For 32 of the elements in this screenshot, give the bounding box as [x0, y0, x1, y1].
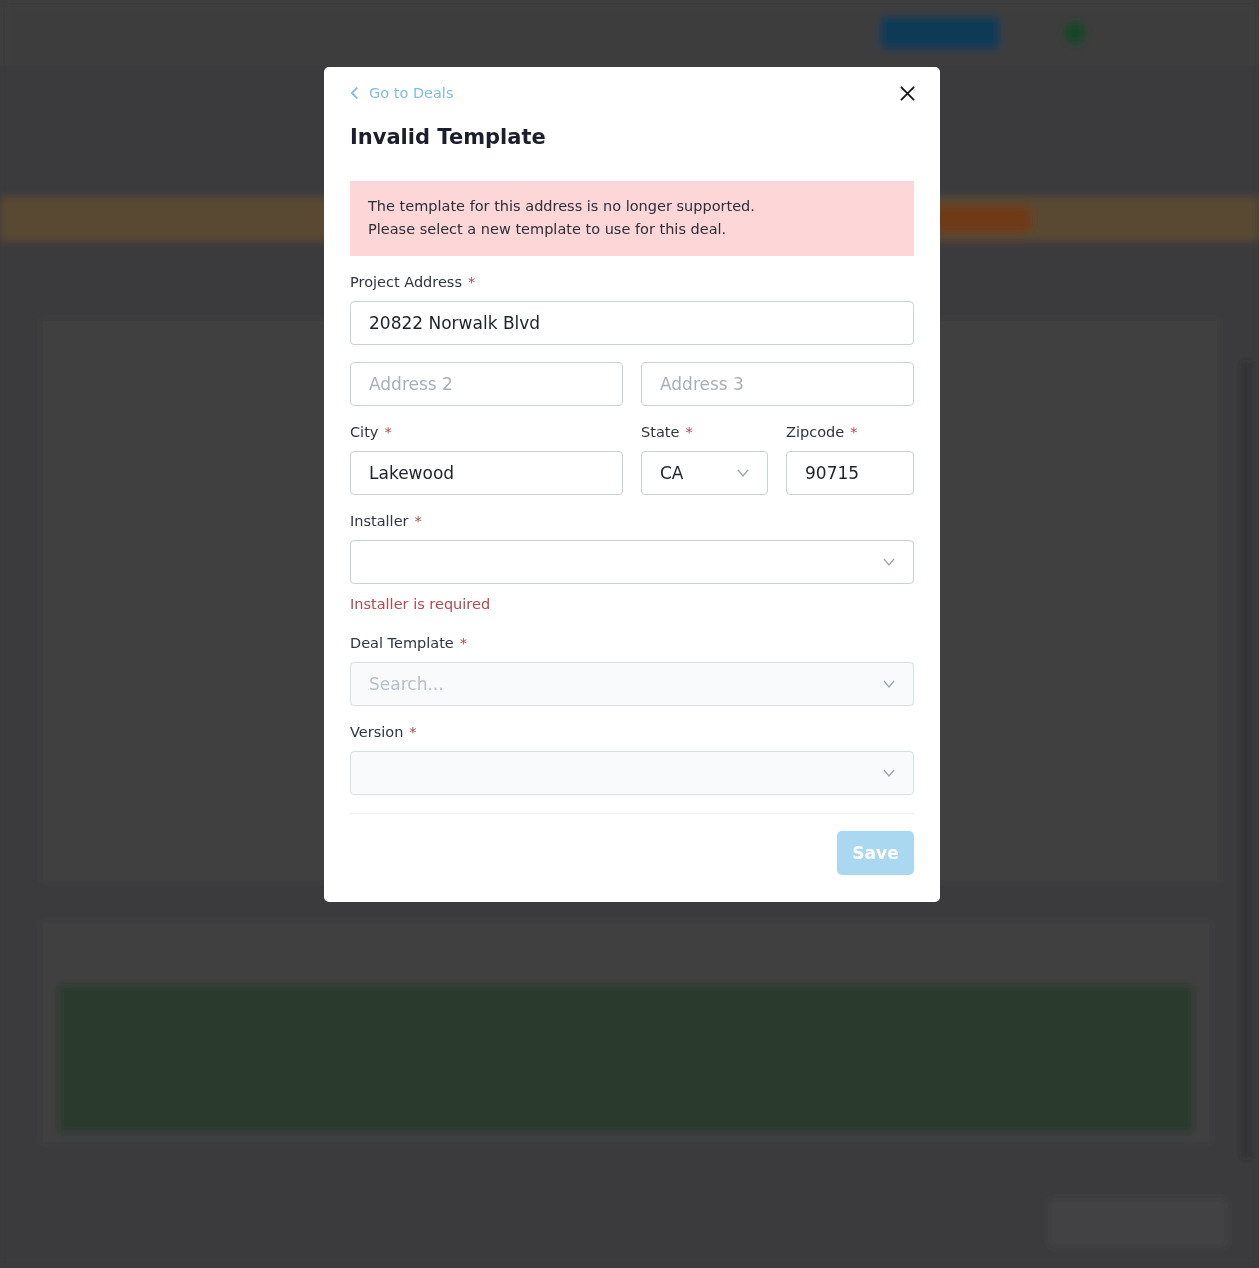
required-mark: * [685, 423, 693, 441]
chevron-left-icon [350, 86, 359, 100]
required-mark: * [384, 423, 392, 441]
alert-text: The template for this address is no longer supported. [368, 197, 756, 216]
close-icon [900, 85, 915, 101]
chevron-down-icon [737, 469, 749, 477]
close-button[interactable] [898, 83, 917, 103]
required-mark: * [409, 723, 417, 741]
field-label: Zipcode [786, 423, 845, 441]
text-field[interactable]: Address 3 [641, 362, 914, 406]
required-mark: * [459, 634, 468, 652]
chevron-down-icon [883, 558, 895, 566]
select-field[interactable]: CA [641, 451, 768, 495]
select-field[interactable] [350, 540, 914, 584]
alert-text: Please select a new template to use for this deal. [368, 220, 728, 239]
text-field[interactable]: 90715 [786, 451, 914, 495]
chevron-down-icon [883, 769, 895, 777]
field-label: City [350, 423, 379, 441]
chevron-down-icon [883, 680, 895, 688]
field-label: Project Address [350, 273, 462, 291]
required-mark: * [850, 423, 858, 441]
field-label: State [641, 423, 680, 441]
dialog-title: Invalid Template [350, 125, 547, 149]
text-field[interactable]: Lakewood [350, 451, 623, 495]
required-mark: * [414, 512, 422, 530]
field-label: Version [350, 723, 404, 741]
field-label: Installer [350, 512, 409, 530]
text-field[interactable]: 20822 Norwalk Blvd [350, 301, 914, 345]
error-message: Installer is required [350, 596, 492, 612]
text-field[interactable]: Address 2 [350, 362, 623, 406]
required-mark: * [467, 273, 476, 291]
field-label: Deal Template [350, 634, 454, 652]
